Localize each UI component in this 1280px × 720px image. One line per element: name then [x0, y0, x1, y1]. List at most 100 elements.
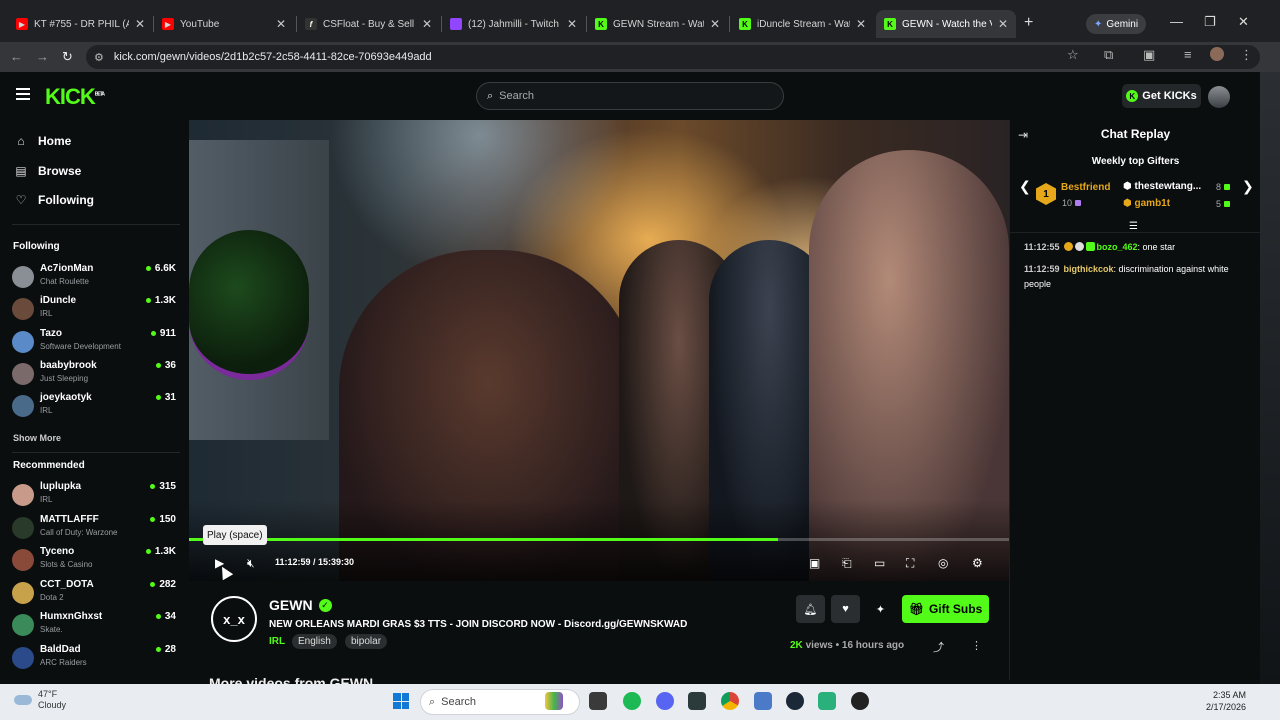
- nav-home[interactable]: ⌂ Home: [14, 131, 71, 151]
- tag-bipolar[interactable]: bipolar: [345, 634, 388, 649]
- system-clock[interactable]: 2:35 AM 2/17/2026: [1196, 689, 1246, 713]
- clip-icon[interactable]: ⎗: [842, 556, 852, 571]
- recommended-channel[interactable]: MATTLAFFF Call of Duty: Warzone 150: [12, 514, 176, 542]
- app-icon[interactable]: [754, 692, 772, 710]
- miniplayer-icon[interactable]: ▣: [809, 556, 820, 570]
- spotify-icon[interactable]: [623, 692, 641, 710]
- viewer-count: 31: [155, 392, 176, 403]
- avatar: [12, 484, 34, 506]
- browser-tab[interactable]: (12) Jahmilli - Twitch ✕: [442, 10, 585, 38]
- video-player[interactable]: Play (space) ▶ 🔇︎ 11:12:59 / 15:39:30 ▣ …: [189, 120, 1009, 581]
- channel-avatar[interactable]: x_x: [211, 596, 257, 642]
- gifter-name[interactable]: Bestfriend: [1061, 182, 1110, 193]
- steam-icon[interactable]: [786, 692, 804, 710]
- share-icon[interactable]: ⤴: [933, 639, 944, 655]
- following-channel[interactable]: joeykaotyk IRL 31: [12, 392, 176, 420]
- mardi-gras-icon[interactable]: [545, 692, 563, 710]
- verified-icon: ✓: [318, 598, 332, 612]
- recommended-channel[interactable]: Tyceno Slots & Casino 1.3K: [12, 546, 176, 574]
- live-dot-icon: [155, 363, 161, 368]
- app-icon[interactable]: [818, 692, 836, 710]
- terminal-icon[interactable]: [688, 692, 706, 710]
- browser-tab[interactable]: f CSFloat - Buy & Sell CS ✕: [297, 10, 440, 38]
- gifter-name[interactable]: ⬢ thestewtang...: [1123, 181, 1201, 192]
- chevron-right-icon[interactable]: ❯: [1242, 178, 1254, 195]
- viewer-count: 36: [155, 360, 176, 371]
- show-more-link[interactable]: Show More: [13, 433, 61, 443]
- browser-tab[interactable]: K GEWN Stream - Watch ✕: [587, 10, 728, 38]
- gifter-name[interactable]: ⬢ gamb1t: [1123, 198, 1170, 209]
- close-icon[interactable]: ✕: [710, 17, 720, 31]
- app-icon[interactable]: [851, 692, 869, 710]
- new-tab-button[interactable]: +: [1024, 14, 1033, 32]
- play-tooltip: Play (space): [203, 525, 267, 545]
- extensions-icon[interactable]: ⧉: [1104, 47, 1113, 63]
- following-channel[interactable]: iDuncle IRL 1.3K: [12, 295, 176, 323]
- gift-subs-button[interactable]: 🎁︎ Gift Subs: [902, 595, 989, 623]
- close-icon[interactable]: ✕: [422, 17, 432, 31]
- weather-widget[interactable]: 47°F Cloudy: [14, 689, 66, 711]
- recommended-title: Recommended: [13, 460, 85, 471]
- media-icon[interactable]: ≡: [1184, 47, 1192, 62]
- hamburger-icon[interactable]: [16, 88, 30, 100]
- search-icon: ⌕: [487, 89, 494, 102]
- maximize-icon[interactable]: ❐: [1204, 14, 1216, 30]
- browser-tab[interactable]: K iDuncle Stream - Watch ✕: [731, 10, 874, 38]
- close-window-icon[interactable]: ✕: [1238, 14, 1249, 30]
- playback-speed-icon[interactable]: ◎: [938, 556, 948, 570]
- minimize-icon[interactable]: —: [1170, 14, 1183, 29]
- close-icon[interactable]: ✕: [567, 17, 577, 31]
- seek-bar[interactable]: [189, 538, 1009, 541]
- heart-icon: ♥: [842, 603, 849, 615]
- recommended-channel[interactable]: BaldDad ARC Raiders 28: [12, 644, 176, 672]
- profile-avatar[interactable]: [1210, 47, 1224, 61]
- youtube-icon: ▶: [16, 18, 28, 30]
- close-icon[interactable]: ✕: [276, 17, 286, 31]
- back-icon[interactable]: ←: [10, 49, 23, 64]
- browser-tab-active[interactable]: K GEWN - Watch the VOD ✕: [876, 10, 1016, 38]
- sparkle-button[interactable]: ✦: [866, 595, 895, 623]
- reload-icon[interactable]: ↻: [62, 49, 73, 65]
- close-icon[interactable]: ✕: [856, 17, 866, 31]
- recommended-channel[interactable]: CCT_DOTA Dota 2 282: [12, 579, 176, 607]
- theater-mode-icon[interactable]: ▭: [874, 556, 885, 570]
- get-kicks-button[interactable]: K Get KICKs: [1122, 84, 1201, 108]
- notifications-button[interactable]: 🔔︎: [796, 595, 825, 623]
- nav-browse[interactable]: ▤ Browse: [14, 161, 81, 181]
- following-channel[interactable]: Ac7ionMan Chat Roulette 6.6K: [12, 263, 176, 291]
- following-channel[interactable]: Tazo Software Development 911: [12, 328, 176, 356]
- forward-icon[interactable]: →: [36, 49, 49, 64]
- more-options-icon[interactable]: ⋮: [971, 639, 982, 652]
- browser-tab[interactable]: ▶ KT #755 - DR PHIL (AD ✕: [8, 10, 153, 38]
- recommended-channel[interactable]: luplupka IRL 315: [12, 481, 176, 509]
- menu-icon[interactable]: ⋮: [1240, 47, 1253, 63]
- tag-english[interactable]: English: [292, 634, 337, 649]
- follow-button[interactable]: ♥: [831, 595, 860, 623]
- user-avatar[interactable]: [1208, 86, 1230, 108]
- chevron-left-icon[interactable]: ❮: [1019, 178, 1031, 195]
- gemini-button[interactable]: ✦ Gemini: [1086, 14, 1147, 34]
- discord-icon[interactable]: [656, 692, 674, 710]
- windows-start-icon[interactable]: [393, 693, 409, 709]
- kick-logo[interactable]: KICKBETA: [45, 84, 105, 110]
- tab-search-icon[interactable]: ▣: [1143, 47, 1155, 63]
- bookmark-star-icon[interactable]: ☆: [1067, 47, 1079, 63]
- close-icon[interactable]: ✕: [998, 17, 1008, 31]
- settings-gear-icon[interactable]: ⚙: [972, 556, 983, 570]
- following-channel[interactable]: baabybrook Just Sleeping 36: [12, 360, 176, 388]
- recommended-channel[interactable]: HumxnGhxst Skate. 34: [12, 611, 176, 639]
- site-info-icon[interactable]: ⚙: [94, 51, 104, 64]
- mute-icon[interactable]: 🔇︎: [247, 556, 255, 571]
- url-field[interactable]: ⚙ kick.com/gewn/videos/2d1b2c57-2c58-441…: [86, 45, 1260, 69]
- channel-name[interactable]: GEWN ✓: [269, 597, 332, 613]
- file-explorer-icon[interactable]: [589, 692, 607, 710]
- search-input[interactable]: ⌕ Search: [476, 82, 784, 110]
- nav-following[interactable]: ♡ Following: [14, 190, 94, 210]
- fullscreen-icon[interactable]: ⛶: [906, 556, 914, 571]
- chat-panel: ⇥ Chat Replay Weekly top Gifters ❮ ❯ 1 B…: [1009, 120, 1261, 680]
- category-link[interactable]: IRL: [269, 636, 285, 647]
- browser-tab[interactable]: ▶ YouTube ✕: [154, 10, 294, 38]
- chrome-icon[interactable]: [721, 692, 739, 710]
- close-icon[interactable]: ✕: [135, 17, 145, 31]
- chat-filter-icon[interactable]: ☰: [1129, 221, 1138, 232]
